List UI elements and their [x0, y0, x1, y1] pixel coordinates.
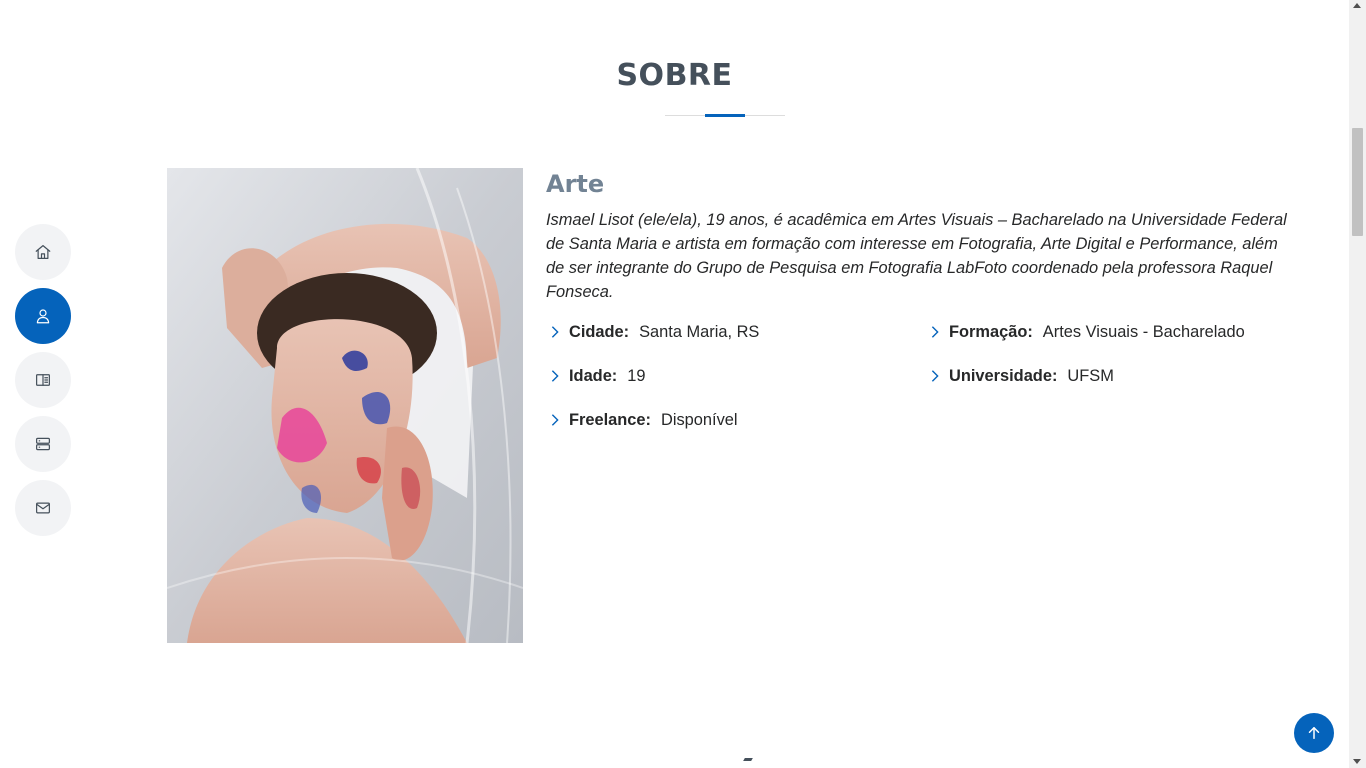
- next-section-title-peek: [743, 758, 753, 761]
- vertical-scrollbar[interactable]: [1349, 0, 1366, 768]
- fact-value: Santa Maria, RS: [639, 322, 760, 341]
- scroll-down-arrow-icon[interactable]: [1353, 759, 1361, 764]
- chevron-right-icon: [551, 326, 559, 338]
- fact-city: Cidade: Santa Maria, RS: [546, 320, 759, 344]
- fact-university: Universidade: UFSM: [926, 364, 1114, 388]
- fact-label: Formação:: [949, 322, 1033, 341]
- scrollbar-thumb[interactable]: [1352, 128, 1363, 236]
- about-content: Arte Ismael Lisot (ele/ela), 19 anos, é …: [546, 168, 1296, 440]
- fact-value: 19: [627, 366, 646, 385]
- fact-value: Disponível: [661, 410, 738, 429]
- nav-about-button[interactable]: [15, 288, 71, 344]
- fact-label: Freelance:: [569, 410, 651, 429]
- nav-contact-button[interactable]: [15, 480, 71, 536]
- chevron-right-icon: [551, 414, 559, 426]
- fact-age: Idade: 19: [546, 364, 646, 388]
- server-icon: [36, 437, 50, 451]
- fact-education: Formação: Artes Visuais - Bacharelado: [926, 320, 1245, 344]
- fact-label: Universidade:: [949, 366, 1058, 385]
- fact-label: Idade:: [569, 366, 618, 385]
- scroll-up-arrow-icon[interactable]: [1353, 3, 1361, 8]
- nav-services-button[interactable]: [15, 416, 71, 472]
- fact-freelance: Freelance: Disponível: [546, 408, 738, 432]
- chevron-right-icon: [931, 326, 939, 338]
- profile-photo: [167, 168, 523, 643]
- chevron-right-icon: [931, 370, 939, 382]
- fact-label: Cidade:: [569, 322, 630, 341]
- fact-value: UFSM: [1067, 366, 1114, 385]
- nav-resume-button[interactable]: [15, 352, 71, 408]
- nav-home-button[interactable]: [15, 224, 71, 280]
- section-title: SOBRE: [616, 58, 733, 93]
- resume-icon: [36, 374, 50, 386]
- title-accent-bar: [705, 114, 745, 117]
- home-icon: [35, 245, 51, 259]
- person-icon: [36, 309, 50, 324]
- about-intro: Ismael Lisot (ele/ela), 19 anos, é acadê…: [546, 211, 1287, 301]
- side-navigation: [15, 224, 71, 536]
- facts-list: Cidade: Santa Maria, RS Formação: Artes …: [546, 320, 1296, 440]
- chevron-right-icon: [551, 370, 559, 382]
- back-to-top-button[interactable]: [1294, 713, 1334, 753]
- fact-value: Artes Visuais - Bacharelado: [1042, 322, 1245, 341]
- envelope-icon: [36, 502, 50, 514]
- section-title-wrapper: SOBRE: [0, 58, 1349, 93]
- arrow-up-icon: [1308, 727, 1320, 739]
- about-heading: Arte: [546, 170, 605, 198]
